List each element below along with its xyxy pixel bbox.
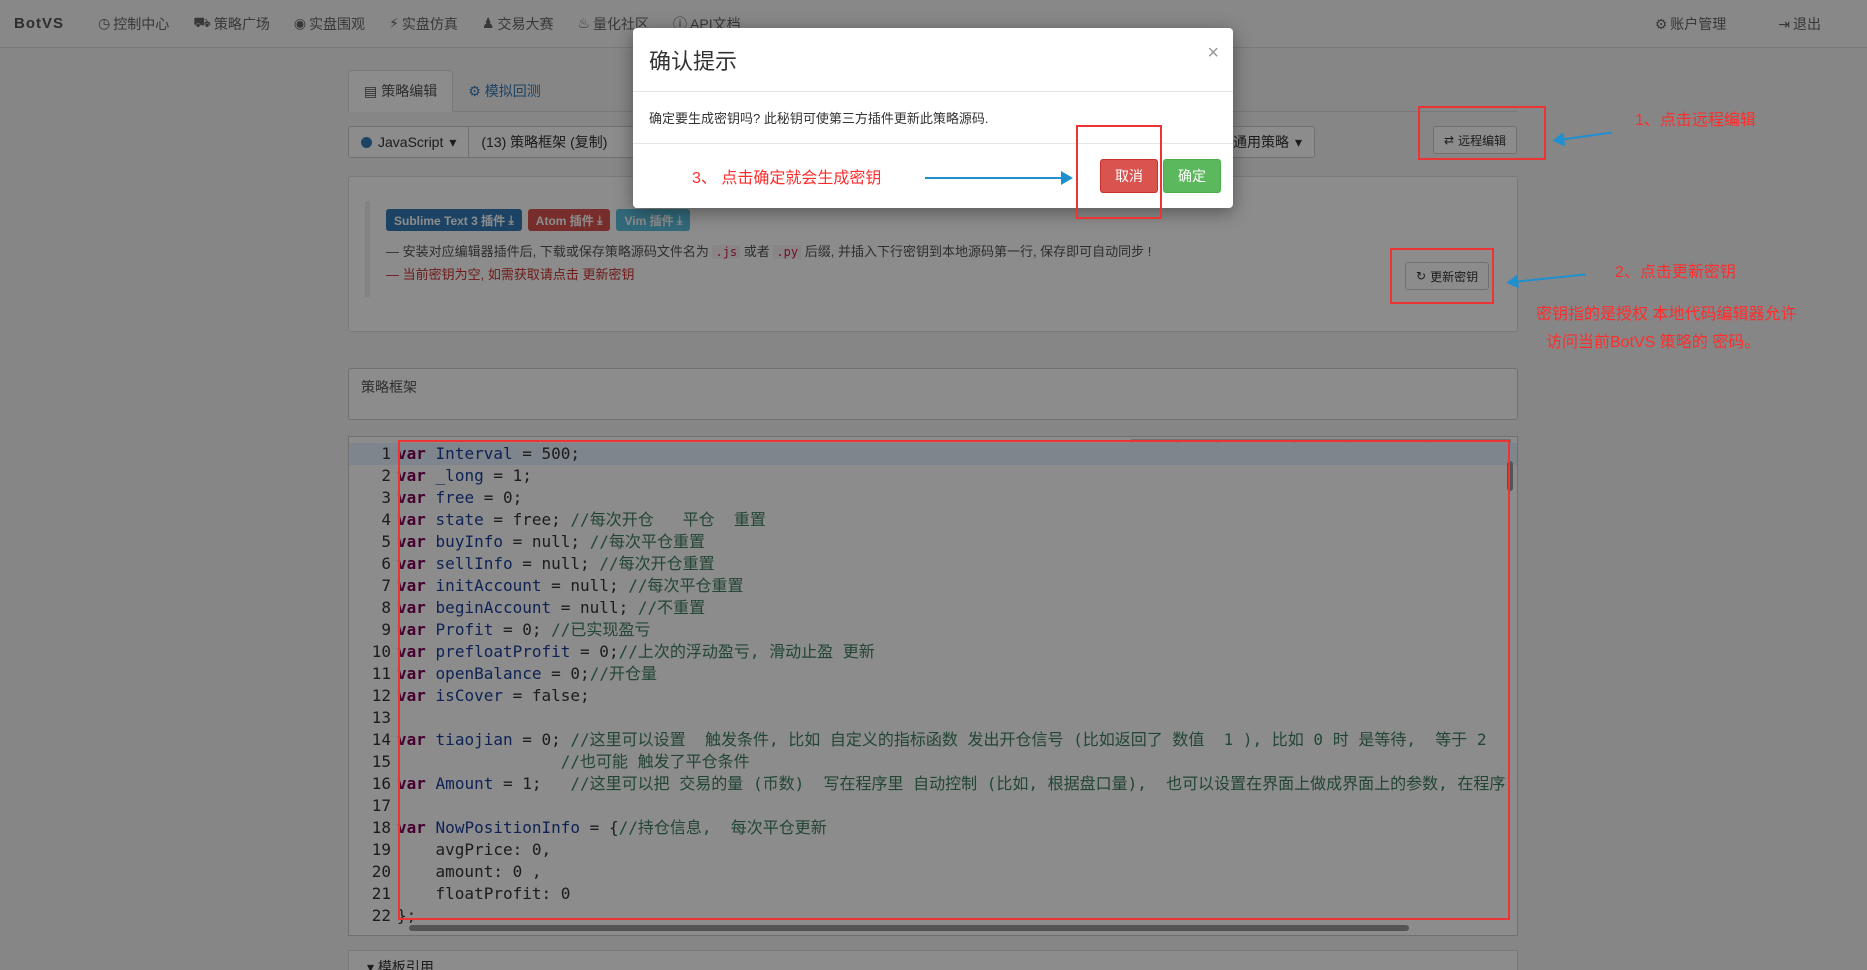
annotation-box-editor	[398, 440, 1510, 920]
annotation-step2: 2、点击更新密钥	[1615, 264, 1736, 281]
annotation-step3: 3、 点击确定就会生成密钥	[692, 170, 882, 187]
annotation-step2-desc-2: 访问当前BotVS 策略的 密码。	[1546, 334, 1761, 351]
annotation-step2-desc-1: 密钥指的是授权 本地代码编辑器允许	[1536, 306, 1797, 323]
annotation-box-remote-edit	[1418, 106, 1546, 160]
dialog-header: 确认提示 ×	[633, 28, 1233, 92]
dialog-title: 确认提示	[649, 48, 738, 74]
annotation-step1: 1、点击远程编辑	[1635, 112, 1756, 129]
annotation-arrow-3	[925, 171, 1073, 185]
confirm-button[interactable]: 确定	[1163, 159, 1221, 193]
annotation-box-cancel	[1076, 125, 1162, 219]
close-icon[interactable]: ×	[1207, 42, 1219, 65]
annotation-box-update-key	[1390, 248, 1494, 304]
